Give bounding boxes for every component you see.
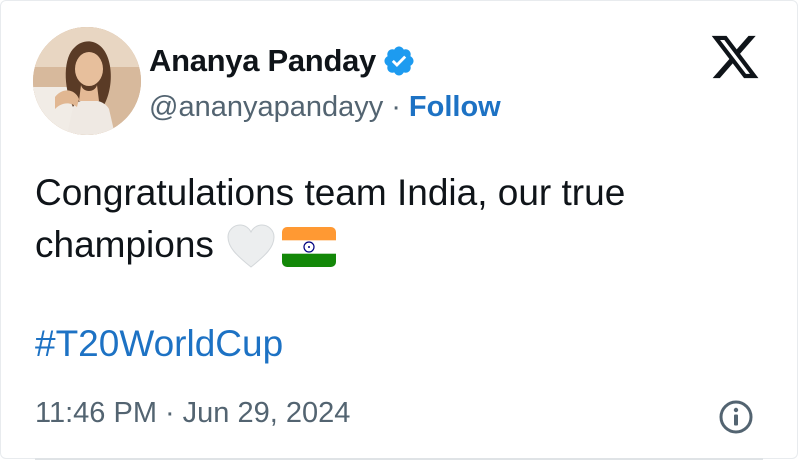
display-name[interactable]: Ananya Panday	[149, 43, 376, 79]
tweet-meta: 11:46 PM · Jun 29, 2024	[35, 393, 350, 433]
author-name-row: Ananya Panday	[149, 39, 416, 83]
handle-separator: ·	[391, 90, 401, 123]
white-heart-icon	[226, 223, 276, 269]
tweet-date[interactable]: Jun 29, 2024	[183, 397, 351, 430]
avatar-photo	[33, 27, 141, 135]
divider	[35, 458, 763, 460]
tweet-text: Congratulations team India, our true cha…	[35, 167, 775, 271]
x-logo-icon[interactable]	[707, 31, 763, 83]
tweet-text-line-2-words: champions	[35, 224, 214, 265]
tweet-text-line-1: Congratulations team India, our true	[35, 172, 626, 213]
verified-badge-icon	[382, 44, 416, 78]
handle-row: @ananyapandayy · Follow	[149, 87, 501, 127]
tweet-card: Ananya Panday @ananyapandayy · Follow Co…	[0, 0, 798, 460]
meta-separator: ·	[164, 396, 175, 429]
tweet-time[interactable]: 11:46 PM	[35, 397, 157, 430]
follow-button[interactable]: Follow	[409, 91, 501, 124]
info-icon[interactable]	[717, 398, 755, 436]
hashtag-link[interactable]: #T20WorldCup	[35, 323, 283, 365]
tweet-text-line-2: champions	[35, 219, 775, 271]
avatar[interactable]	[33, 27, 141, 135]
india-flag-icon	[281, 227, 336, 267]
author-handle[interactable]: @ananyapandayy	[149, 91, 383, 124]
